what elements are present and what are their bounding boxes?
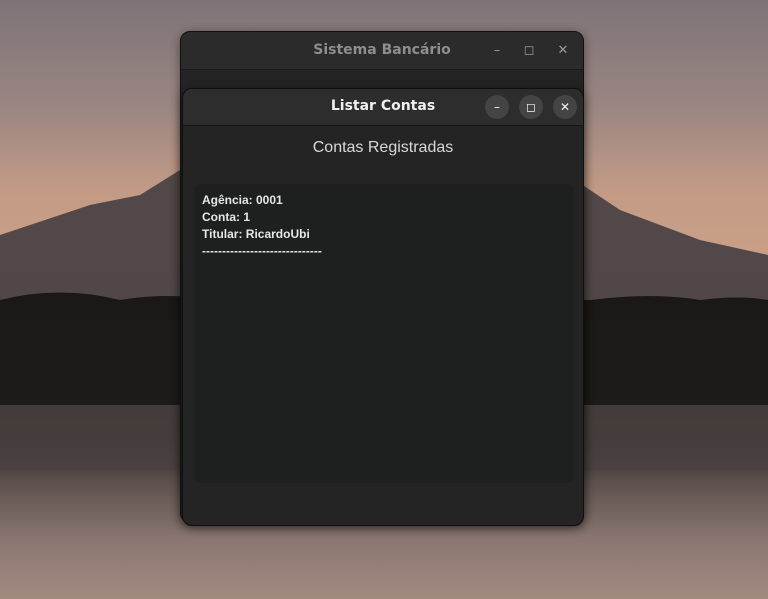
accounts-text-area[interactable]: Agência: 0001 Conta: 1 Titular: RicardoU…	[194, 184, 574, 483]
maximize-button[interactable]: ◻	[519, 95, 543, 119]
back-minimize-button[interactable]: –	[487, 41, 507, 61]
account-separator: ------------------------------	[202, 244, 322, 258]
account-titular: Titular: RicardoUbi	[202, 227, 310, 241]
page-title: Contas Registradas	[312, 139, 454, 156]
close-button[interactable]: ✕	[553, 95, 577, 119]
account-conta: Conta: 1	[202, 210, 250, 224]
front-window-listar-contas: Listar Contas – ◻ ✕ Contas Registradas A…	[182, 88, 584, 526]
minimize-button[interactable]: –	[485, 95, 509, 119]
back-window-titlebar[interactable]: Sistema Bancário – ◻ ✕	[181, 32, 583, 70]
back-close-button[interactable]: ✕	[553, 41, 573, 61]
front-window-titlebar[interactable]: Listar Contas – ◻ ✕	[183, 89, 583, 126]
back-maximize-button[interactable]: ◻	[519, 41, 539, 61]
account-agencia: Agência: 0001	[202, 193, 283, 207]
account-entry: Agência: 0001 Conta: 1 Titular: RicardoU…	[202, 192, 322, 260]
